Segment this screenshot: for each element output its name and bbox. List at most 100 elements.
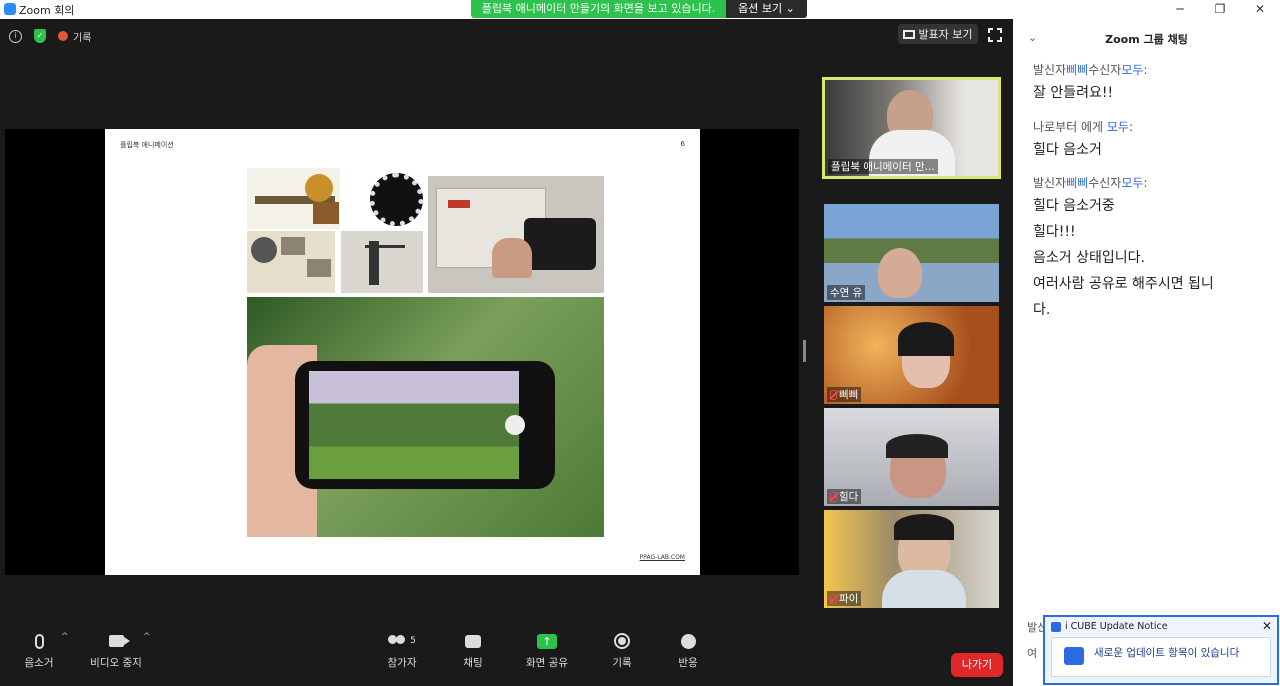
- panel-resize-handle[interactable]: [803, 340, 806, 362]
- meeting-toolbar: 음소거 ^ 비디오 중지 ^ 5 참가자 채팅 ↑ 화면 공유 기록 반응 나가…: [0, 630, 1013, 686]
- notice-title: i CUBE Update Notice: [1065, 621, 1168, 632]
- recipient-name[interactable]: 모두: [1121, 63, 1143, 77]
- message-text: 힐다!!!: [1033, 224, 1076, 240]
- recording-label: 기록: [73, 32, 92, 44]
- update-icon: [1064, 647, 1084, 665]
- video-options-caret[interactable]: ^: [143, 632, 151, 642]
- shared-screen: 플립북 애니메이션 6 PPAG-LAB.COM: [5, 129, 799, 575]
- chat-message: 발신자삐삐수신자모두: 잘 안들려요!!: [1033, 61, 1147, 104]
- participant-name: 플립북 애니메이터 만...: [831, 161, 935, 173]
- share-screen-button[interactable]: ↑ 화면 공유: [515, 630, 579, 670]
- mic-off-icon: [830, 389, 837, 400]
- chat-message: 발신자삐삐수신자모두: 힐다 음소거중 힐다!!! 음소거 상태입니다. 여러사…: [1033, 174, 1214, 321]
- photo-plates-image: [247, 231, 335, 293]
- notice-message-box[interactable]: 새로운 업데이트 항목이 있습니다: [1051, 637, 1271, 677]
- reaction-icon: [680, 633, 696, 649]
- participant-name: 삐삐: [839, 389, 859, 401]
- message-text: 여러사람 공유로 해주시면 됩니: [1033, 276, 1214, 292]
- participant-name: 힐다: [839, 491, 859, 503]
- record-icon: [614, 633, 630, 649]
- message-meta: 발신자삐삐수신자모두:: [1033, 61, 1147, 78]
- mic-off-icon: [830, 593, 837, 604]
- meta-suffix: :: [1143, 63, 1148, 77]
- reactions-button[interactable]: 반응: [656, 630, 720, 670]
- mic-off-icon: [830, 491, 837, 502]
- message-text: 잘 안들려요!!: [1033, 85, 1114, 101]
- slide-footer: PPAG-LAB.COM: [639, 554, 685, 561]
- notice-message: 새로운 업데이트 항목이 있습니다: [1094, 647, 1240, 659]
- mute-label: 음소거: [24, 657, 54, 669]
- chat-message: 나로부터 에게 모두: 힐다 음소거: [1033, 118, 1133, 161]
- grid-icon: [903, 29, 916, 39]
- meta-suffix: :: [1128, 120, 1134, 134]
- chat-title: Zoom 그룹 채팅: [1105, 33, 1188, 46]
- participant-tile[interactable]: 힐다: [824, 408, 999, 506]
- video-camera-icon: [108, 635, 130, 647]
- window-title: Zoom 회의: [19, 4, 75, 17]
- minimize-button[interactable]: ─: [1160, 0, 1200, 19]
- participant-name: 파이: [839, 593, 859, 605]
- participant-tile[interactable]: 플립북 애니메이터 만...: [822, 77, 1001, 179]
- participant-tile[interactable]: 수연 유: [824, 204, 999, 302]
- slide-page-number: 6: [680, 140, 685, 148]
- participant-tile[interactable]: 삐삐: [824, 306, 999, 404]
- zoom-app-icon: [4, 3, 16, 15]
- participant-tile[interactable]: 파이: [824, 510, 999, 608]
- chat-panel: ⌄ Zoom 그룹 채팅 발신자삐삐수신자모두: 잘 안들려요!! 나로부터 에…: [1013, 19, 1280, 686]
- share-screen-label: 화면 공유: [526, 657, 568, 669]
- fullscreen-icon[interactable]: [988, 28, 1002, 42]
- rca-camcorder-image: [428, 176, 604, 293]
- share-banner: 플립북 애니메이터 만들기의 화면을 보고 있습니다.: [471, 0, 726, 18]
- meta-mid: 수신자: [1088, 176, 1122, 190]
- meta-prefix: 나로부터 에게: [1033, 120, 1107, 134]
- leave-button[interactable]: 나가기: [951, 653, 1003, 677]
- phone-shape: [295, 361, 555, 489]
- participant-name: 수연 유: [830, 287, 863, 299]
- update-notice-popup: i CUBE Update Notice ✕ 새로운 업데이트 항목이 있습니다: [1043, 615, 1279, 685]
- info-icon[interactable]: i: [9, 29, 22, 43]
- stop-video-label: 비디오 중지: [90, 657, 142, 669]
- chat-input-field[interactable]: 여: [1027, 645, 1037, 661]
- participants-button[interactable]: 5 참가자: [370, 630, 434, 670]
- participants-count: 5: [410, 636, 416, 646]
- phenakistoscope-disc-image: [370, 173, 423, 226]
- participants-label: 참가자: [387, 657, 417, 669]
- chat-icon: [465, 634, 481, 648]
- recording-icon: [58, 31, 68, 41]
- record-label: 기록: [612, 657, 632, 669]
- meta-mid: 수신자: [1088, 63, 1122, 77]
- chat-label: 채팅: [463, 657, 483, 669]
- view-options-button[interactable]: 옵션 보기 ⌄: [726, 0, 807, 18]
- marey-hunter-image: [341, 231, 423, 293]
- chat-button[interactable]: 채팅: [441, 630, 505, 670]
- smartphone-camera-image: [247, 297, 604, 537]
- speaker-view-label: 발표자 보기: [918, 28, 973, 41]
- notice-header: i CUBE Update Notice: [1051, 621, 1168, 632]
- stop-video-button[interactable]: 비디오 중지: [84, 630, 148, 670]
- chronophotographic-gun-image: [247, 168, 340, 229]
- meta-suffix: :: [1143, 176, 1148, 190]
- speaker-view-button[interactable]: 발표자 보기: [898, 24, 978, 44]
- close-icon[interactable]: ✕: [1262, 619, 1272, 633]
- share-screen-icon: ↑: [537, 633, 557, 649]
- sender-name[interactable]: 삐삐: [1066, 176, 1088, 190]
- chat-header: ⌄ Zoom 그룹 채팅: [1013, 19, 1280, 57]
- meta-prefix: 발신자: [1033, 176, 1067, 190]
- participants-icon: [388, 635, 408, 647]
- message-text: 다.: [1033, 302, 1051, 318]
- message-meta: 나로부터 에게 모두:: [1033, 118, 1133, 135]
- microphone-icon: [34, 633, 44, 649]
- shield-icon[interactable]: ✓: [34, 29, 46, 43]
- message-text: 힐다 음소거중: [1033, 198, 1115, 214]
- recipient-name[interactable]: 모두: [1107, 120, 1129, 134]
- slide-title: 플립북 애니메이션: [120, 141, 174, 149]
- maximize-button[interactable]: ❐: [1200, 0, 1240, 19]
- sender-name[interactable]: 삐삐: [1066, 63, 1088, 77]
- meta-prefix: 발신자: [1033, 63, 1067, 77]
- record-button[interactable]: 기록: [590, 630, 654, 670]
- recipient-name[interactable]: 모두: [1121, 176, 1143, 190]
- close-button[interactable]: ✕: [1240, 0, 1280, 19]
- message-text: 힐다 음소거: [1033, 142, 1102, 158]
- message-text: 음소거 상태입니다.: [1033, 250, 1145, 266]
- audio-options-caret[interactable]: ^: [61, 632, 69, 642]
